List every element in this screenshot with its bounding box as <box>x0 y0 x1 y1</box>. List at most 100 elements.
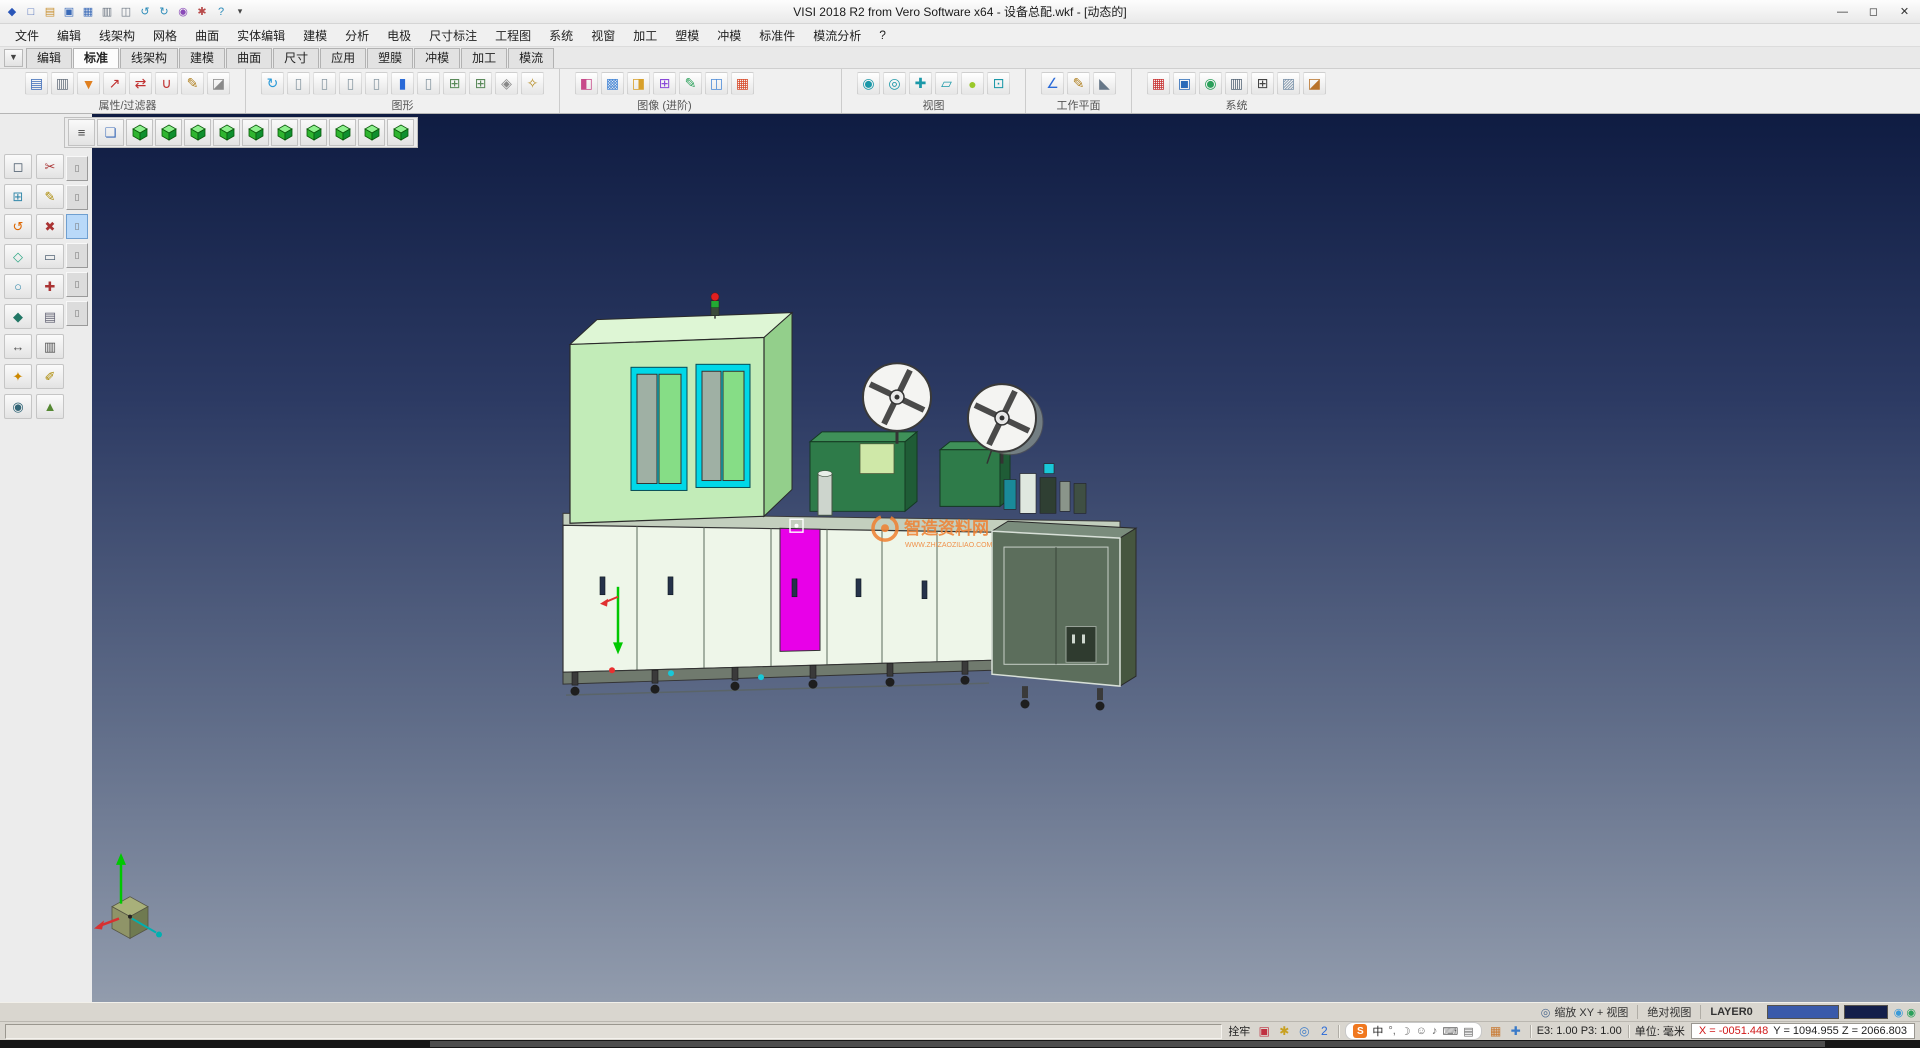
view-back-icon[interactable] <box>271 119 298 146</box>
menu-item[interactable]: 系统 <box>540 25 582 46</box>
tab-item[interactable]: 尺寸 <box>273 48 319 68</box>
rotate-icon[interactable]: ↺ <box>4 214 32 239</box>
menu-item[interactable]: 视窗 <box>582 25 624 46</box>
ime-logo-icon[interactable]: S <box>1353 1024 1367 1038</box>
sheet-tab-2[interactable]: ▯ <box>66 185 88 210</box>
tab-item[interactable]: 模流 <box>508 48 554 68</box>
print-icon[interactable]: ▥ <box>98 3 116 20</box>
attributes-printer-icon[interactable]: ▥ <box>51 72 74 95</box>
triangle-icon[interactable]: ▲ <box>36 394 64 419</box>
view-front-icon[interactable] <box>184 119 211 146</box>
help2-tray-icon[interactable]: 2 <box>1316 1024 1332 1038</box>
sheet-tab-1[interactable]: ▯ <box>66 156 88 181</box>
system-globe-icon[interactable]: ◉ <box>1199 72 1222 95</box>
app-logo-icon[interactable]: ◆ <box>3 3 21 20</box>
menu-item[interactable]: 标准件 <box>750 25 804 46</box>
menu-item[interactable]: 加工 <box>624 25 666 46</box>
tab-item[interactable]: 冲模 <box>414 48 460 68</box>
lock-label[interactable]: 拴牢 <box>1228 1023 1250 1039</box>
cross-snap-icon[interactable]: ✚ <box>1508 1024 1524 1038</box>
background-color-bar[interactable] <box>1844 1005 1888 1019</box>
arrow-up-icon[interactable]: ↗ <box>103 72 126 95</box>
taskbar-strip[interactable] <box>0 1040 1920 1048</box>
tab-item[interactable]: 曲面 <box>226 48 272 68</box>
tab-active[interactable]: 标准 <box>73 48 119 68</box>
menu-item[interactable]: 尺寸标注 <box>420 25 486 46</box>
view-iso-icon[interactable] <box>126 119 153 146</box>
point-icon[interactable]: ✚ <box>36 274 64 299</box>
cylinder-5-icon[interactable]: ▯ <box>417 72 440 95</box>
system-table-icon[interactable]: ⊞ <box>1251 72 1274 95</box>
minimize-button[interactable]: — <box>1827 1 1858 23</box>
capture-icon[interactable]: ◉ <box>174 3 192 20</box>
options-icon[interactable]: ✱ <box>193 3 211 20</box>
tab-item[interactable]: 塑膜 <box>367 48 413 68</box>
view-axono-icon[interactable] <box>329 119 356 146</box>
workplane-axis-icon[interactable]: ∠ <box>1041 72 1064 95</box>
menu-item[interactable]: 冲模 <box>708 25 750 46</box>
absolute-view-button[interactable]: 绝对视图 <box>1637 1005 1700 1019</box>
view-plane-icon[interactable]: ▱ <box>935 72 958 95</box>
help-icon[interactable]: ? <box>212 3 230 20</box>
image-shade-icon[interactable]: ◧ <box>575 72 598 95</box>
workplane-3pt-icon[interactable]: ◣ <box>1093 72 1116 95</box>
spark-icon[interactable]: ✦ <box>4 364 32 389</box>
view-right-icon[interactable] <box>213 119 240 146</box>
menu-item[interactable]: 线架构 <box>90 25 144 46</box>
open-file-icon[interactable]: ▤ <box>41 3 59 20</box>
tab-item[interactable]: 线架构 <box>120 48 178 68</box>
undo-icon[interactable]: ↺ <box>136 3 154 20</box>
ime-night-icon[interactable]: ☽ <box>1401 1025 1411 1038</box>
capture-tray-icon[interactable]: ▣ <box>1256 1024 1272 1038</box>
menu-item[interactable]: 电极 <box>378 25 420 46</box>
menu-item[interactable]: 分析 <box>336 25 378 46</box>
filter-icon[interactable]: ▼ <box>77 72 100 95</box>
magnifier-tray-icon[interactable]: ◎ <box>1296 1024 1312 1038</box>
attributes-layers-icon[interactable]: ▤ <box>25 72 48 95</box>
solid-icon[interactable]: ◆ <box>4 304 32 329</box>
close-button[interactable]: ✕ <box>1889 1 1920 23</box>
menu-item[interactable]: ? <box>870 26 895 44</box>
view-target-icon[interactable]: ⊡ <box>987 72 1010 95</box>
circle-icon[interactable]: ○ <box>4 274 32 299</box>
cylinder-4-icon[interactable]: ▯ <box>365 72 388 95</box>
menu-item[interactable]: 实体编辑 <box>228 25 294 46</box>
menu-item[interactable]: 塑模 <box>666 25 708 46</box>
menu-item[interactable]: 模流分析 <box>804 25 870 46</box>
cylinder-active-icon[interactable]: ▮ <box>391 72 414 95</box>
ime-emoji-icon[interactable]: ☺ <box>1416 1025 1427 1038</box>
system-rubik-icon[interactable]: ▦ <box>1147 72 1170 95</box>
grid-icon[interactable]: ⊞ <box>4 184 32 209</box>
menu-item[interactable]: 网格 <box>144 25 186 46</box>
sheet-tab-5[interactable]: ▯ <box>66 272 88 297</box>
menu-item[interactable]: 编辑 <box>48 25 90 46</box>
move-icon[interactable]: ↔ <box>4 334 32 359</box>
view-left-icon[interactable] <box>242 119 269 146</box>
sketch-icon[interactable]: ✎ <box>36 184 64 209</box>
view-top-icon[interactable] <box>155 119 182 146</box>
command-field[interactable] <box>5 1024 1222 1039</box>
plane-icon[interactable]: ▭ <box>36 244 64 269</box>
tab-item[interactable]: 编辑 <box>26 48 72 68</box>
ime-toolbox-icon[interactable]: ▤ <box>1463 1025 1473 1038</box>
ime-keyboard-icon[interactable]: ⌨ <box>1442 1025 1458 1038</box>
maximize-button[interactable]: ◻ <box>1858 1 1889 23</box>
zoom-window-icon[interactable]: ◎ <box>883 72 906 95</box>
list-icon[interactable]: ▥ <box>36 334 64 359</box>
gem-icon[interactable]: ◈ <box>495 72 518 95</box>
image-table-icon[interactable]: ▦ <box>731 72 754 95</box>
cylinder-3-icon[interactable]: ▯ <box>339 72 362 95</box>
more-tools-icon[interactable]: ▾ <box>231 3 249 20</box>
menu-item[interactable]: 文件 <box>6 25 48 46</box>
network-icon[interactable]: ◉ <box>1906 1006 1916 1019</box>
view-dimetric-icon[interactable] <box>358 119 385 146</box>
magnet-icon[interactable]: ∪ <box>155 72 178 95</box>
viewport-window-icon[interactable]: ❏ <box>97 119 124 146</box>
delete-icon[interactable]: ✖ <box>36 214 64 239</box>
menu-item[interactable]: 工程图 <box>486 25 540 46</box>
snap-grid-icon[interactable]: ▦ <box>1488 1024 1504 1038</box>
layer-color-bar[interactable] <box>1767 1005 1839 1019</box>
surface-icon[interactable]: ◇ <box>4 244 32 269</box>
image-pair-icon[interactable]: ◫ <box>705 72 728 95</box>
pen-icon[interactable]: ✐ <box>36 364 64 389</box>
